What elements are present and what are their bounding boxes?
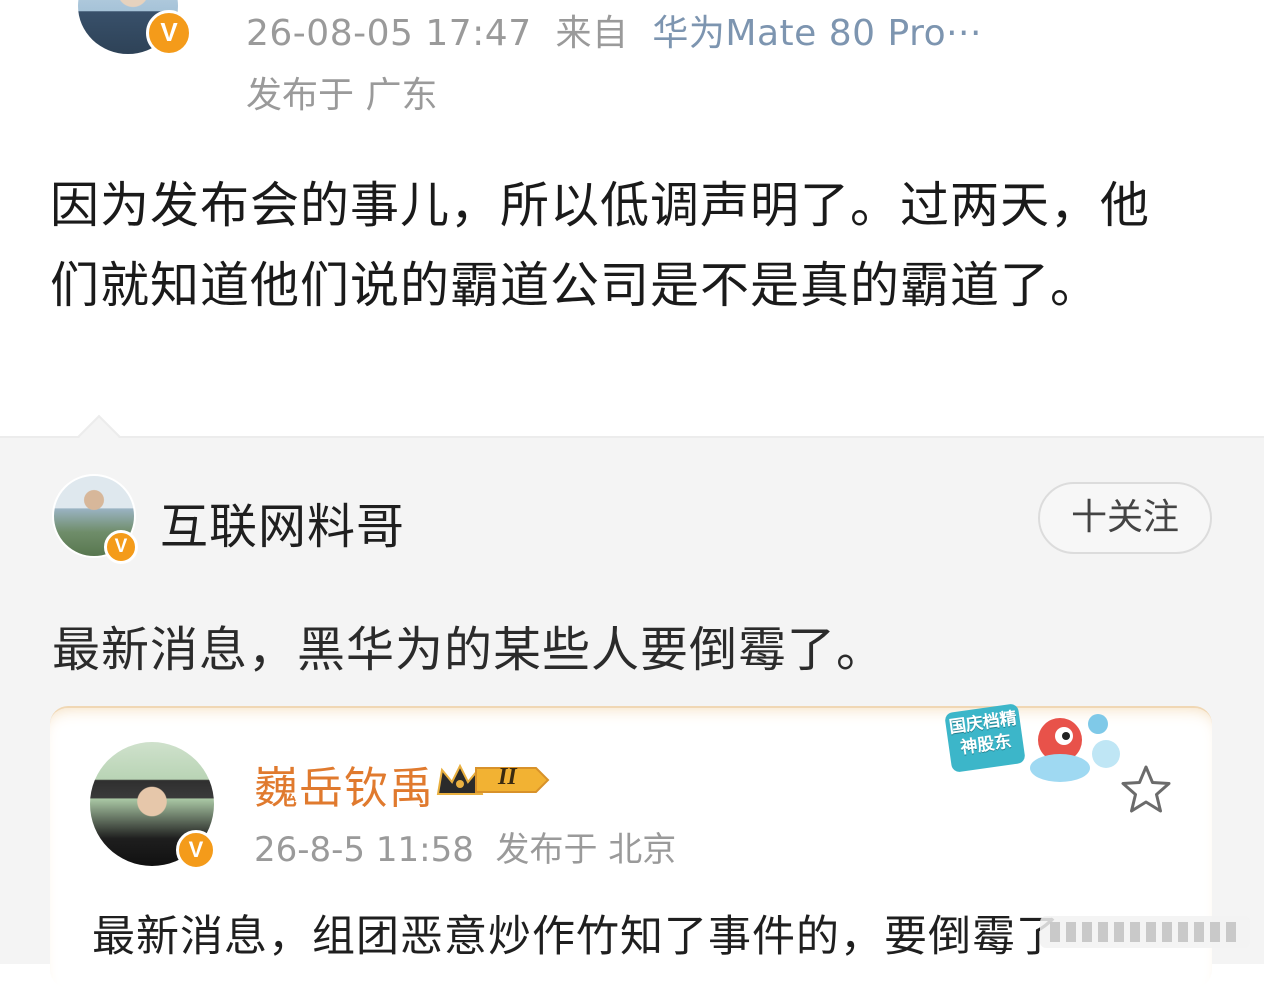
- quoted-location: 发布于 北京: [495, 830, 677, 870]
- verified-badge-icon: V: [146, 10, 192, 56]
- verified-badge-icon: V: [104, 530, 138, 564]
- quoted-timestamp: 26-8-5 11:58: [254, 830, 474, 870]
- quoted-body-text: 最新消息，组团恶意炒作竹知了事件的，要倒霉了: [92, 912, 1060, 962]
- repost-author-name[interactable]: 互联网料哥: [160, 487, 405, 557]
- post-device-link[interactable]: 华为Mate 80 Pro···: [652, 13, 982, 54]
- repost-body-text: 最新消息，黑华为的某些人要倒霉了。: [52, 622, 886, 678]
- post-location: 发布于 广东: [246, 75, 438, 116]
- mascot-icon: [1030, 714, 1120, 782]
- post-source-label: 来自: [555, 13, 629, 54]
- follow-button[interactable]: 十关注: [1038, 482, 1212, 554]
- post-meta-line: 26-08-05 17:47 来自 华为Mate 80 Pro···: [246, 4, 982, 56]
- member-level-text: II: [498, 764, 517, 790]
- favorite-star-icon[interactable]: [1120, 764, 1172, 814]
- promo-sticker[interactable]: 国庆档精神股东: [944, 702, 1128, 792]
- post-body-text: 因为发布会的事儿，所以低调声明了。过两天，他们就知道他们说的霸道公司是不是真的霸…: [50, 177, 1151, 314]
- watermark-logo: [1040, 916, 1250, 948]
- crown-icon: [436, 763, 550, 795]
- quoted-author-name[interactable]: 巍岳钦禹: [254, 752, 434, 816]
- verified-badge-icon: V: [176, 830, 216, 870]
- member-level-badge: II: [436, 760, 550, 800]
- post-timestamp: 26-08-05 17:47: [246, 13, 532, 54]
- quoted-post-meta: 26-8-5 11:58 发布于 北京: [254, 822, 676, 871]
